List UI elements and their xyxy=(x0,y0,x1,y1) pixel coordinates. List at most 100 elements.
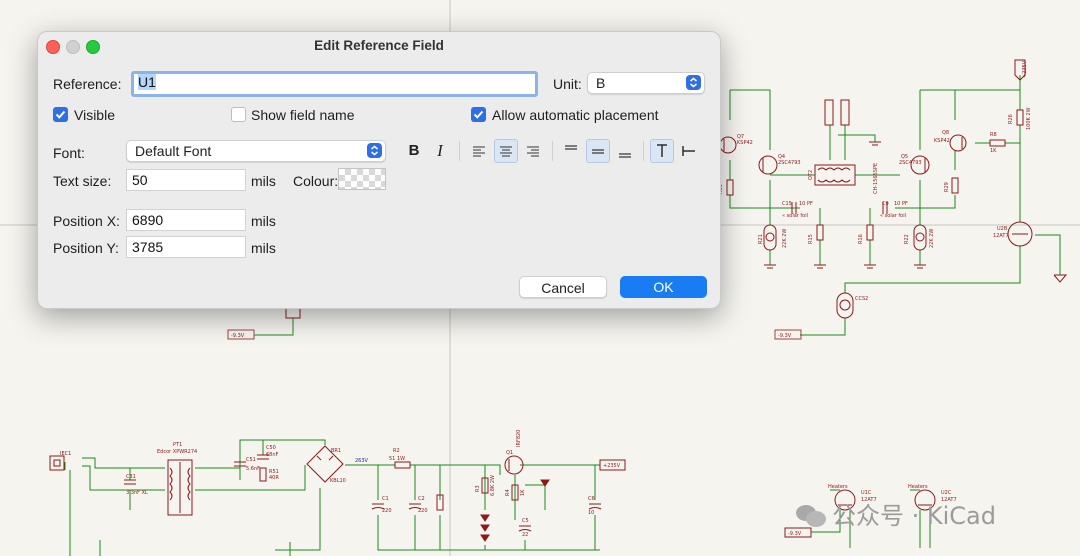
r26-value: 100K 2W xyxy=(1026,107,1032,130)
c31-value: 3.3nF XL xyxy=(126,490,148,496)
br1-part: KBL10 xyxy=(330,478,346,484)
reference-input-value: U1 xyxy=(138,74,156,90)
wechat-icon xyxy=(796,505,826,527)
pt1-ref: PT1 xyxy=(173,442,182,448)
heaters-label-1: Heaters xyxy=(828,484,848,490)
c1-value: 220 xyxy=(382,508,392,514)
r8-value: 1K xyxy=(990,148,997,154)
c51-ref: C51 xyxy=(246,457,256,463)
text-orientation-horizontal-button[interactable] xyxy=(650,139,674,163)
q5-part: 2SC4793 xyxy=(899,160,922,166)
q1-part: IRF820 xyxy=(516,430,522,447)
br1-ref: BR1 xyxy=(331,448,341,454)
r4-value: 1K xyxy=(520,489,526,496)
q8-part: KSP42 xyxy=(934,138,950,144)
allow-automatic-placement-checkbox[interactable] xyxy=(471,107,486,122)
unit-label: Unit: xyxy=(553,76,582,92)
cancel-button[interactable]: Cancel xyxy=(519,276,607,298)
align-left-icon xyxy=(473,146,485,157)
ot2-ref: OT2 xyxy=(808,170,814,180)
dialog-title: Edit Reference Field xyxy=(314,38,444,53)
r3-value: 6.8K 2W xyxy=(490,475,496,496)
checkmark-icon xyxy=(473,110,484,119)
c50-ref: C50 xyxy=(266,445,276,451)
align-center-button[interactable] xyxy=(494,139,518,163)
q7-part: KSP42 xyxy=(737,140,753,146)
r29-ref: R29 xyxy=(944,182,950,192)
text-size-input[interactable]: 50 xyxy=(126,169,246,191)
text-size-label: Text size: xyxy=(53,173,112,189)
c1-ref: C1 xyxy=(382,496,389,502)
text-size-unit: mils xyxy=(251,173,276,189)
colour-swatch-button[interactable] xyxy=(338,168,386,190)
heaters-label-2: Heaters xyxy=(908,484,928,490)
c5-value: 22 xyxy=(522,532,528,538)
c50-value: 68nF xyxy=(266,452,279,458)
position-x-unit: mils xyxy=(251,213,276,229)
text-horizontal-icon xyxy=(657,144,667,157)
c9-ref: C9 xyxy=(882,201,889,207)
left-rail-wires xyxy=(254,305,301,336)
valign-center-button[interactable] xyxy=(586,139,610,163)
v263-label: 263V xyxy=(355,458,369,464)
text-orientation-vertical-button[interactable] xyxy=(677,139,701,163)
r26-ref: R26 xyxy=(1008,114,1014,124)
align-center-icon xyxy=(500,146,512,157)
show-field-name-label: Show field name xyxy=(251,107,355,123)
valign-bottom-button[interactable] xyxy=(613,139,637,163)
bold-button[interactable]: B xyxy=(402,139,426,163)
q4-part: 2SC4793 xyxy=(778,160,801,166)
ot2-part: CH-1565SPE xyxy=(873,163,879,194)
position-y-label: Position Y: xyxy=(53,240,119,256)
toolbar-separator xyxy=(552,141,553,161)
align-left-button[interactable] xyxy=(467,139,491,163)
show-field-name-checkbox[interactable] xyxy=(231,107,246,122)
pt1-part: Edcor XPWR274 xyxy=(157,449,197,455)
position-x-label: Position X: xyxy=(53,213,120,229)
align-right-button[interactable] xyxy=(521,139,545,163)
allow-automatic-placement-label: Allow automatic placement xyxy=(492,107,659,123)
c15-note: « solar foil xyxy=(782,213,808,219)
reference-label: Reference: xyxy=(53,76,122,92)
c2-value: 220 xyxy=(418,508,428,514)
c31-ref: C31 xyxy=(126,474,136,480)
plus-rail-flag: +235V xyxy=(603,463,621,469)
position-x-input[interactable]: 6890 xyxy=(126,209,246,231)
psu-wires xyxy=(64,439,600,556)
position-y-input[interactable]: 3785 xyxy=(126,236,246,258)
watermark-text: 公众号 · KiCad xyxy=(832,502,996,530)
visible-label: Visible xyxy=(74,107,115,123)
colour-label: Colour: xyxy=(293,173,339,189)
valign-bottom-icon xyxy=(619,153,631,158)
neg-rail-left: -9.3V xyxy=(231,333,245,339)
checkmark-icon xyxy=(55,110,66,119)
plus-rail-top: +235V xyxy=(1022,60,1028,78)
q8-ref: Q8 xyxy=(942,130,949,136)
r3-ref: R3 xyxy=(475,485,481,492)
visible-checkbox[interactable] xyxy=(53,107,68,122)
position-y-unit: mils xyxy=(251,240,276,256)
italic-button[interactable]: I xyxy=(428,139,452,163)
text-vertical-icon xyxy=(682,146,695,156)
upper-amp-components xyxy=(719,59,1068,319)
c5-ref: C5 xyxy=(522,518,529,524)
valign-top-button[interactable] xyxy=(559,139,583,163)
dialog-titlebar[interactable]: Edit Reference Field xyxy=(38,32,720,60)
unit-select[interactable]: B xyxy=(587,72,705,94)
watermark: 公众号 · KiCad xyxy=(796,496,996,531)
r22-value: 22K 2W xyxy=(929,229,935,248)
r2-value: 51 1W xyxy=(389,456,405,462)
valign-center-icon xyxy=(592,149,604,154)
u2b-part: 12AT7 xyxy=(993,233,1009,239)
unit-select-value: B xyxy=(596,75,606,91)
c15-ref: C15 xyxy=(782,201,792,207)
ok-button[interactable]: OK xyxy=(620,276,707,298)
r8-ref: R8 xyxy=(990,132,997,138)
font-select[interactable]: Default Font xyxy=(126,140,386,162)
c6-value: 10 xyxy=(588,510,594,516)
q1-ref: Q1 xyxy=(506,450,513,456)
iec1-ref: IEC1 xyxy=(60,451,71,457)
r21-ref: R21 xyxy=(758,234,764,244)
reference-input[interactable]: U1 xyxy=(131,71,538,97)
r15-ref: R15 xyxy=(808,234,814,244)
